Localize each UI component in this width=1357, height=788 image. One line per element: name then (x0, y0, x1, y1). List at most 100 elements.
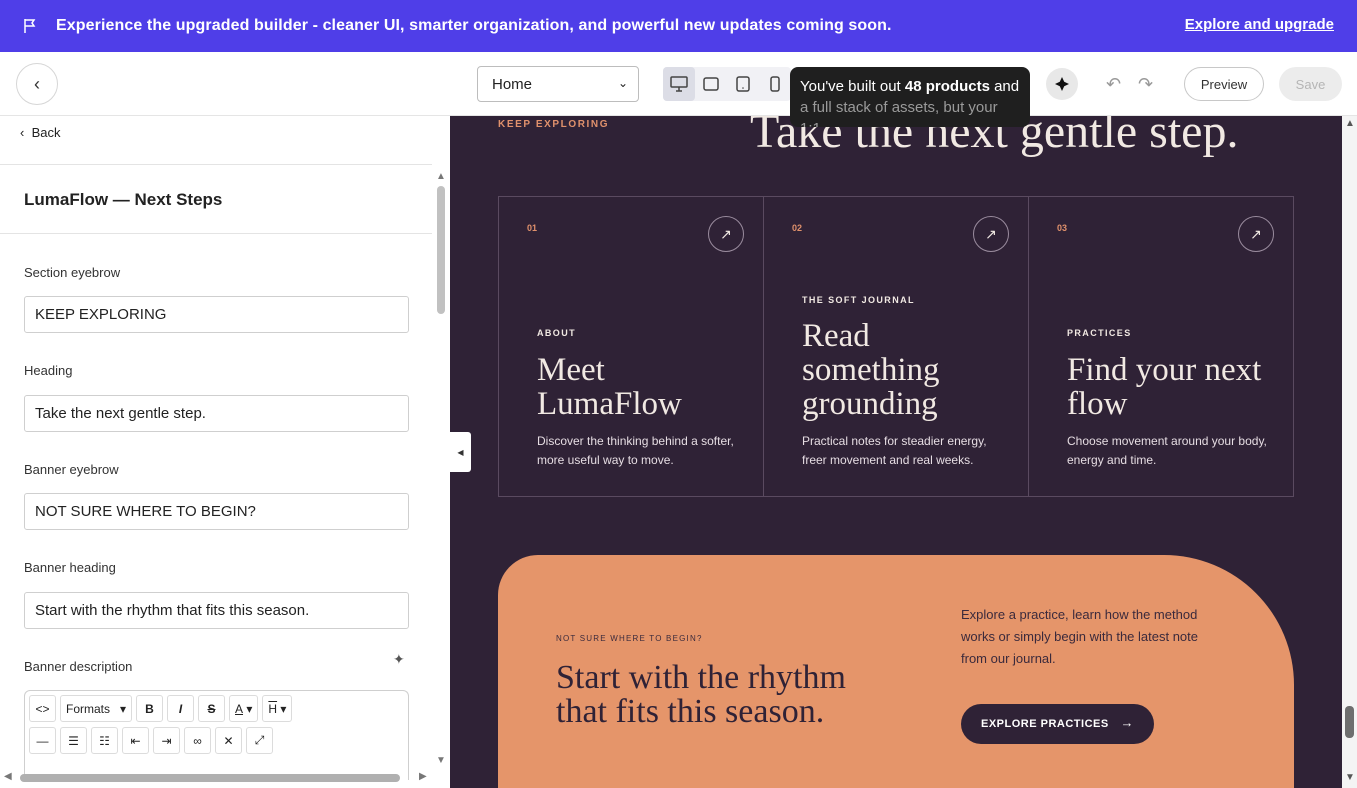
chevron-left-icon: ‹ (34, 73, 40, 94)
sparkle-icon (1055, 77, 1069, 91)
section-title: LumaFlow — Next Steps (24, 190, 223, 209)
caret-down-icon: ▾ (119, 701, 126, 716)
scroll-left-icon[interactable]: ◀ (4, 771, 12, 782)
explore-upgrade-link[interactable]: Explore and upgrade (1185, 16, 1334, 33)
redo-icon[interactable]: ↷ (1138, 74, 1153, 95)
editor-toolbar: ‹ Home ⌄ You've built out 48 products an… (0, 52, 1357, 127)
text-color-button[interactable]: A ▾ (229, 695, 259, 722)
card-title: Read something grounding (802, 318, 940, 422)
chevron-left-icon: ‹ (20, 125, 25, 140)
scroll-up-icon[interactable]: ▲ (1345, 118, 1355, 129)
device-switcher (663, 67, 791, 101)
laptop-view-button[interactable] (695, 67, 727, 101)
code-view-button[interactable]: <> (29, 695, 56, 722)
arrow-up-right-icon[interactable]: ↗ (1238, 216, 1274, 252)
back-button[interactable]: ‹ (16, 63, 58, 105)
tablet-landscape-icon (703, 77, 719, 91)
divider (0, 164, 432, 165)
card-practices[interactable]: 03 ↗ PRACTICES Find your next flow Choos… (1029, 197, 1293, 496)
highlight-button[interactable]: H ▾ (262, 695, 293, 722)
page-select-value: Home (492, 75, 533, 93)
scroll-up-icon[interactable]: ▲ (436, 171, 446, 182)
upgrade-banner: Experience the upgraded builder - cleane… (0, 0, 1357, 52)
card-title: Find your next flow (1067, 352, 1262, 422)
card-description: Practical notes for steadier energy, fre… (802, 434, 987, 467)
bold-button[interactable]: B (136, 695, 163, 722)
panel-back-label: Back (31, 125, 61, 140)
scroll-thumb[interactable] (1345, 706, 1354, 738)
card-about[interactable]: 01 ↗ ABOUT Meet LumaFlow Discover the th… (499, 197, 764, 496)
banner-message: Experience the upgraded builder - cleane… (56, 17, 892, 34)
explore-practices-button[interactable]: EXPLORE PRACTICES → (961, 704, 1154, 744)
field-label-section-eyebrow: Section eyebrow (24, 265, 121, 280)
rich-text-editor: <> Formats ▾ B I S A ▾ H ▾ — ☰ ☷ ⇤ ⇥ ∞ ✕ … (24, 690, 409, 780)
heading-input[interactable]: Take the next gentle step. (24, 395, 409, 432)
page-select[interactable]: Home ⌄ (477, 66, 639, 102)
field-label-banner-eyebrow: Banner eyebrow (24, 462, 119, 477)
magic-wand-icon[interactable]: ✦ (393, 651, 405, 668)
banner-eyebrow-input[interactable]: NOT SURE WHERE TO BEGIN? (24, 493, 409, 530)
numbered-list-button[interactable]: ☷ (91, 727, 118, 754)
preview-button[interactable]: Preview (1184, 67, 1264, 101)
field-label-banner-heading: Banner heading (24, 560, 116, 575)
mobile-view-button[interactable] (759, 67, 791, 101)
card-kicker: THE SOFT JOURNAL (802, 295, 915, 305)
collapse-panel-button[interactable]: ◀ (450, 432, 471, 472)
card-number: 03 (1057, 223, 1068, 233)
panel-horizontal-scrollbar[interactable]: ◀ ▶ (4, 771, 432, 785)
italic-button[interactable]: I (167, 695, 194, 722)
ai-assistant-button[interactable] (1046, 68, 1078, 100)
banner-heading-input[interactable]: Start with the rhythm that fits this sea… (24, 592, 409, 629)
text-color-icon: A (235, 701, 244, 716)
caret-left-icon: ◀ (457, 447, 464, 457)
promo-description: Explore a practice, learn how the method… (961, 607, 1198, 666)
panel-back-link[interactable]: ‹ Back (20, 125, 60, 140)
settings-panel: ‹ Back LumaFlow — Next Steps Section eye… (0, 116, 450, 788)
undo-icon[interactable]: ↶ (1106, 74, 1121, 95)
indent-icon: ⇥ (161, 733, 172, 748)
scroll-thumb[interactable] (437, 186, 445, 314)
arrow-right-icon: → (1120, 715, 1134, 730)
divider (0, 233, 432, 234)
card-kicker: PRACTICES (1067, 328, 1132, 338)
clear-format-icon: ✕ (223, 733, 234, 748)
caret-down-icon: ▾ (280, 701, 287, 716)
card-description: Discover the thinking behind a softer, m… (537, 434, 734, 467)
fullscreen-button[interactable]: ⤢ (246, 727, 273, 754)
card-number: 01 (527, 223, 538, 233)
card-number: 02 (792, 223, 803, 233)
save-button[interactable]: Save (1279, 67, 1342, 101)
strikethrough-button[interactable]: S (198, 695, 225, 722)
bullet-list-button[interactable]: ☰ (60, 727, 87, 754)
canvas-vertical-scrollbar[interactable]: ▲ ▼ (1342, 116, 1357, 788)
card-kicker: ABOUT (537, 328, 576, 338)
promo-eyebrow: NOT SURE WHERE TO BEGIN? (556, 634, 703, 643)
chevron-down-icon: ⌄ (617, 76, 628, 90)
clear-format-button[interactable]: ✕ (215, 727, 242, 754)
upgrade-tooltip: You've built out 48 products and a full … (790, 67, 1030, 127)
scroll-thumb[interactable] (20, 774, 400, 782)
link-icon: ∞ (193, 733, 202, 748)
horizontal-rule-button[interactable]: — (29, 727, 56, 754)
promo-banner: NOT SURE WHERE TO BEGIN? Start with the … (498, 555, 1294, 788)
tooltip-products: 48 products (904, 78, 990, 95)
minus-icon: — (36, 733, 49, 748)
scroll-down-icon[interactable]: ▼ (1345, 772, 1355, 783)
card-journal[interactable]: 02 ↗ THE SOFT JOURNAL Read something gro… (764, 197, 1029, 496)
desktop-view-button[interactable] (663, 67, 695, 101)
arrow-up-right-icon[interactable]: ↗ (973, 216, 1009, 252)
section-eyebrow-input[interactable]: KEEP EXPLORING (24, 296, 409, 333)
scroll-down-icon[interactable]: ▼ (436, 755, 446, 766)
outdent-button[interactable]: ⇤ (122, 727, 149, 754)
arrow-up-right-icon[interactable]: ↗ (708, 216, 744, 252)
card-description: Choose movement around your body, energy… (1067, 434, 1267, 467)
field-label-banner-description: Banner description (24, 659, 133, 674)
formats-label: Formats (66, 701, 111, 716)
link-button[interactable]: ∞ (184, 727, 211, 754)
tablet-view-button[interactable] (727, 67, 759, 101)
formats-dropdown[interactable]: Formats ▾ (60, 695, 132, 722)
scroll-right-icon[interactable]: ▶ (419, 771, 427, 782)
page-canvas: KEEP EXPLORING Take the next gentle step… (450, 116, 1342, 788)
indent-button[interactable]: ⇥ (153, 727, 180, 754)
panel-vertical-scrollbar[interactable]: ▲ ▼ (436, 171, 446, 771)
